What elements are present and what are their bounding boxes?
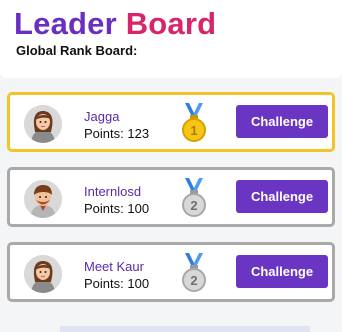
- title-leader: Leader: [14, 6, 117, 41]
- medal-rank: 1: [190, 123, 197, 138]
- leaderboard-row: Meet Kaur Points: 100 2 Challenge: [7, 242, 335, 302]
- challenge-button[interactable]: Challenge: [236, 180, 328, 213]
- female-avatar-icon: [24, 105, 62, 143]
- silver-medal-icon: 2: [180, 176, 208, 220]
- male-avatar-icon: [24, 180, 62, 218]
- header: Leader Board Global Rank Board:: [0, 0, 342, 78]
- leaderboard-row: Jagga Points: 123 1 Challenge: [7, 92, 335, 152]
- player-name: Jagga: [84, 109, 120, 124]
- player-points: Points: 123: [84, 126, 150, 141]
- player-points: Points: 100: [84, 201, 150, 216]
- medal-rank: 2: [190, 273, 197, 288]
- leaderboard-row: Internlosd Points: 100 2 Challenge: [7, 167, 335, 227]
- page-title: Leader Board: [14, 6, 216, 42]
- female-avatar-icon: [24, 255, 62, 293]
- player-points: Points: 100: [84, 276, 150, 291]
- player-name: Meet Kaur: [84, 259, 144, 274]
- next-row-peek: [60, 326, 310, 332]
- challenge-button[interactable]: Challenge: [236, 255, 328, 288]
- title-board: Board: [125, 6, 217, 41]
- page-subtitle: Global Rank Board:: [16, 43, 138, 58]
- app-screen: Leader Board Global Rank Board: Jagga Po…: [0, 0, 342, 332]
- silver-medal-icon: 2: [180, 251, 208, 295]
- medal-rank: 2: [190, 198, 197, 213]
- challenge-button[interactable]: Challenge: [236, 105, 328, 138]
- player-name: Internlosd: [84, 184, 142, 199]
- gold-medal-icon: 1: [180, 101, 208, 145]
